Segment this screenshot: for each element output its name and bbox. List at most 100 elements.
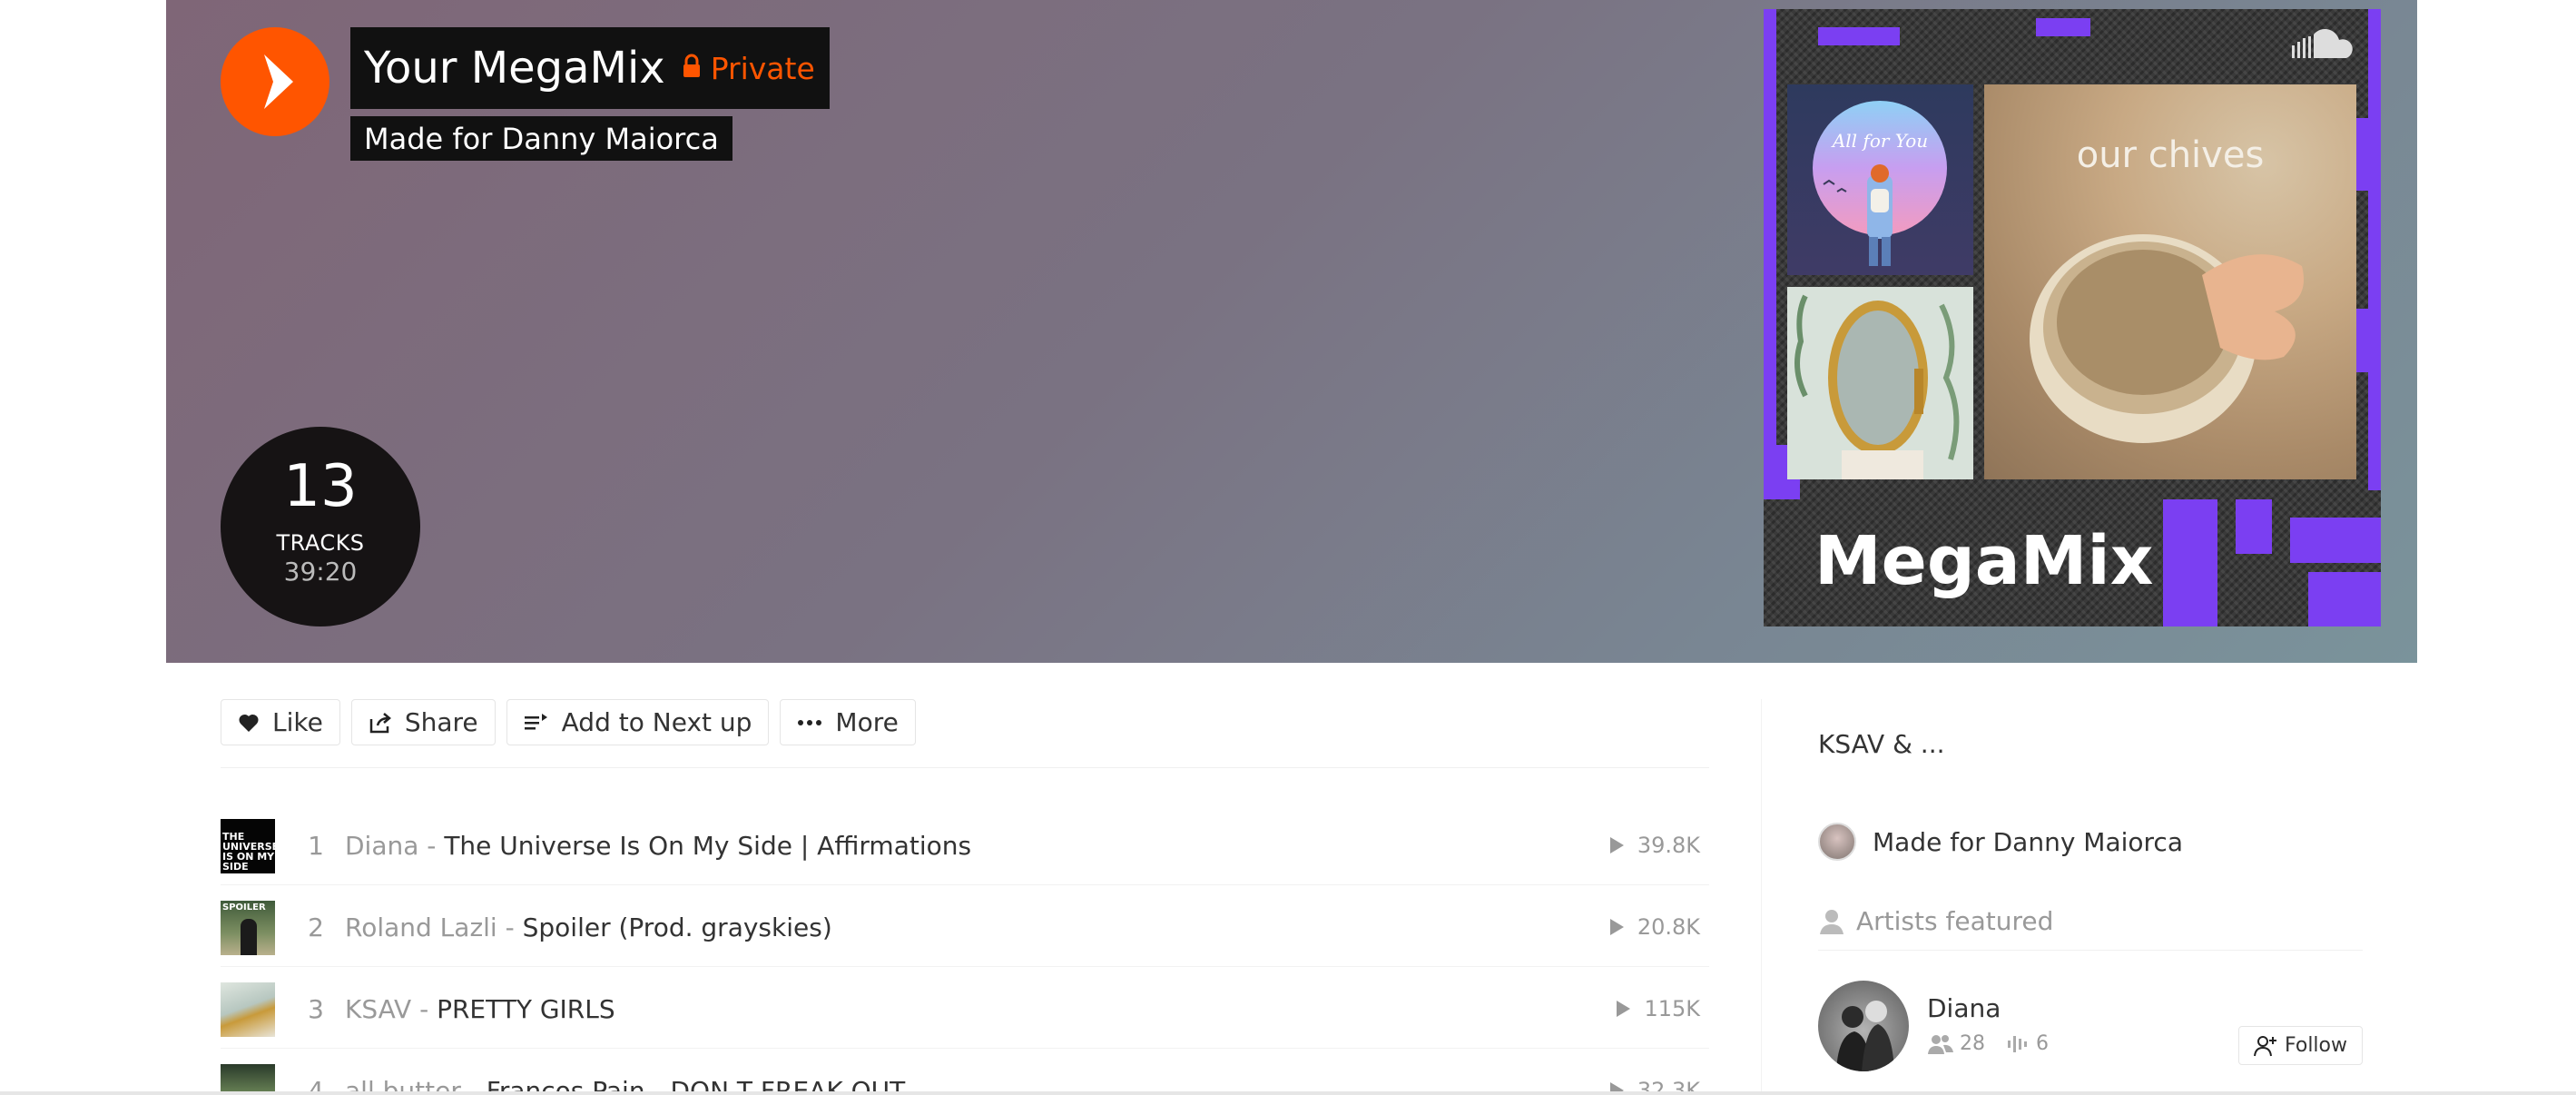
track-row[interactable]: 3 KSAV - PRETTY GIRLS 115K (221, 967, 1709, 1049)
artwork-decoration (2236, 499, 2272, 554)
artwork-decoration (2290, 518, 2381, 563)
track-row[interactable]: 4 all butter - Francos Pain - DON T FREA… (221, 1049, 1709, 1095)
playlist-title-box: Your MegaMix Private (350, 27, 830, 109)
track-list: THE UNIVERSE IS ON MY SIDE 1 Diana - The… (221, 804, 1709, 1095)
artwork-tile-caption: our chives (2076, 134, 2265, 176)
track-artist[interactable]: Roland Lazli (345, 912, 497, 942)
playlist-title: Your MegaMix (364, 43, 665, 94)
track-number: 3 (308, 994, 324, 1024)
playlist-artwork: All for You our chives MegaMix (1764, 9, 2381, 626)
follow-button[interactable]: Follow (2237, 1026, 2363, 1065)
track-separator: - (411, 994, 438, 1024)
track-artwork[interactable] (221, 982, 275, 1037)
track-play-count: 39.8K (1608, 833, 1700, 858)
like-button[interactable]: Like (221, 699, 340, 745)
track-number: 2 (308, 912, 324, 942)
artwork-decoration (2163, 499, 2217, 626)
add-to-next-up-label: Add to Next up (561, 707, 752, 737)
track-artwork-text: THE UNIVERSE IS ON MY SIDE (222, 831, 275, 873)
artist-stats: 28 6 (1927, 1032, 2049, 1055)
add-to-next-up-button[interactable]: Add to Next up (506, 699, 770, 745)
track-number: 1 (308, 831, 324, 861)
more-button[interactable]: More (780, 699, 916, 745)
share-label: Share (404, 707, 478, 737)
artwork-decoration (2036, 18, 2090, 36)
track-title-line: Diana - The Universe Is On My Side | Aff… (345, 831, 971, 861)
sidebar-title: KSAV & ... (1818, 729, 1945, 759)
more-label: More (835, 707, 899, 737)
tracks-label: TRACKS (276, 530, 365, 556)
play-count-icon (1609, 919, 1624, 935)
track-title[interactable]: The Universe Is On My Side | Affirmation… (444, 831, 971, 861)
soundcloud-logo-icon (2290, 28, 2363, 64)
avatar[interactable] (1818, 981, 1909, 1071)
track-artwork-text: SPOILER (222, 903, 266, 912)
artists-featured-label: Artists featured (1856, 906, 2054, 936)
track-count-badge: 13 TRACKS 39:20 (221, 427, 420, 626)
heart-icon (239, 714, 259, 732)
playlist-actions: Like Share Add to Next up More (221, 699, 916, 745)
track-title[interactable]: PRETTY GIRLS (437, 994, 615, 1024)
actions-divider (221, 767, 1709, 768)
track-row[interactable]: SPOILER 2 Roland Lazli - Spoiler (Prod. … (221, 885, 1709, 967)
artist-tracks-count[interactable]: 6 (2036, 1032, 2049, 1055)
playlist-subtitle: Made for Danny Maiorca (364, 121, 719, 156)
track-artwork[interactable] (221, 1064, 275, 1095)
track-artist[interactable]: KSAV (345, 994, 411, 1024)
track-plays-value: 20.8K (1637, 914, 1700, 940)
artwork-tile-mirror (1787, 287, 1973, 479)
track-title-line: KSAV - PRETTY GIRLS (345, 994, 615, 1024)
artwork-decoration (1764, 9, 1776, 481)
track-title-line: Roland Lazli - Spoiler (Prod. grayskies) (345, 912, 832, 942)
play-button[interactable] (221, 27, 329, 136)
playlist-hero: Your MegaMix Private Made for Danny Maio… (166, 0, 2417, 663)
track-artist[interactable]: Diana (345, 831, 418, 861)
share-button[interactable]: Share (350, 699, 496, 745)
artwork-tile-caption: All for You (1832, 130, 1929, 152)
tracks-waveform-icon (2008, 1035, 2027, 1052)
track-artwork-figure (241, 919, 257, 955)
track-artwork[interactable]: THE UNIVERSE IS ON MY SIDE (221, 819, 275, 873)
track-count: 13 (283, 453, 358, 520)
play-count-icon (1617, 1001, 1631, 1017)
viewport-bottom-border (0, 1091, 2576, 1095)
featured-artist-row: Diana 28 6 Follow (1818, 981, 2363, 1071)
share-icon (369, 712, 391, 733)
artist-name[interactable]: Diana (1927, 993, 2001, 1023)
lock-icon (681, 54, 703, 83)
artwork-decoration (2368, 9, 2381, 490)
track-play-count: 20.8K (1608, 914, 1700, 940)
artwork-decoration (1818, 27, 1900, 45)
like-label: Like (272, 707, 323, 737)
playlist-subtitle-box: Made for Danny Maiorca (350, 116, 732, 161)
track-artwork[interactable]: SPOILER (221, 901, 275, 955)
playlist-duration: 39:20 (283, 557, 358, 587)
privacy-badge: Private (710, 50, 815, 86)
track-separator: - (497, 912, 523, 942)
track-title[interactable]: Spoiler (Prod. grayskies) (523, 912, 832, 942)
track-plays-value: 115K (1644, 996, 1700, 1021)
track-plays-value: 39.8K (1637, 833, 1700, 858)
track-play-count: 115K (1615, 996, 1700, 1021)
artwork-title: MegaMix (1814, 522, 2154, 600)
track-row[interactable]: THE UNIVERSE IS ON MY SIDE 1 Diana - The… (221, 804, 1709, 885)
made-for-row[interactable]: Made for Danny Maiorca (1818, 823, 2183, 861)
column-divider (1761, 699, 1762, 1095)
add-user-icon (2253, 1035, 2276, 1056)
made-for-label: Made for Danny Maiorca (1873, 826, 2183, 857)
play-icon (264, 54, 293, 109)
artists-featured-header: Artists featured (1818, 906, 2363, 936)
sidebar-divider (1818, 950, 2363, 951)
user-icon (1820, 909, 1844, 934)
track-separator: - (418, 831, 445, 861)
followers-icon (1928, 1034, 1953, 1054)
play-count-icon (1609, 837, 1624, 853)
add-to-queue-icon (524, 713, 547, 729)
artwork-tile-all-for-you: All for You (1787, 84, 1973, 275)
avatar[interactable] (1818, 823, 1856, 861)
artwork-tile-our-chives: our chives (1984, 84, 2356, 479)
artist-followers-count[interactable]: 28 (1960, 1032, 1985, 1055)
artwork-decoration (2308, 572, 2381, 626)
ellipsis-icon (798, 719, 822, 725)
follow-label: Follow (2284, 1034, 2347, 1057)
